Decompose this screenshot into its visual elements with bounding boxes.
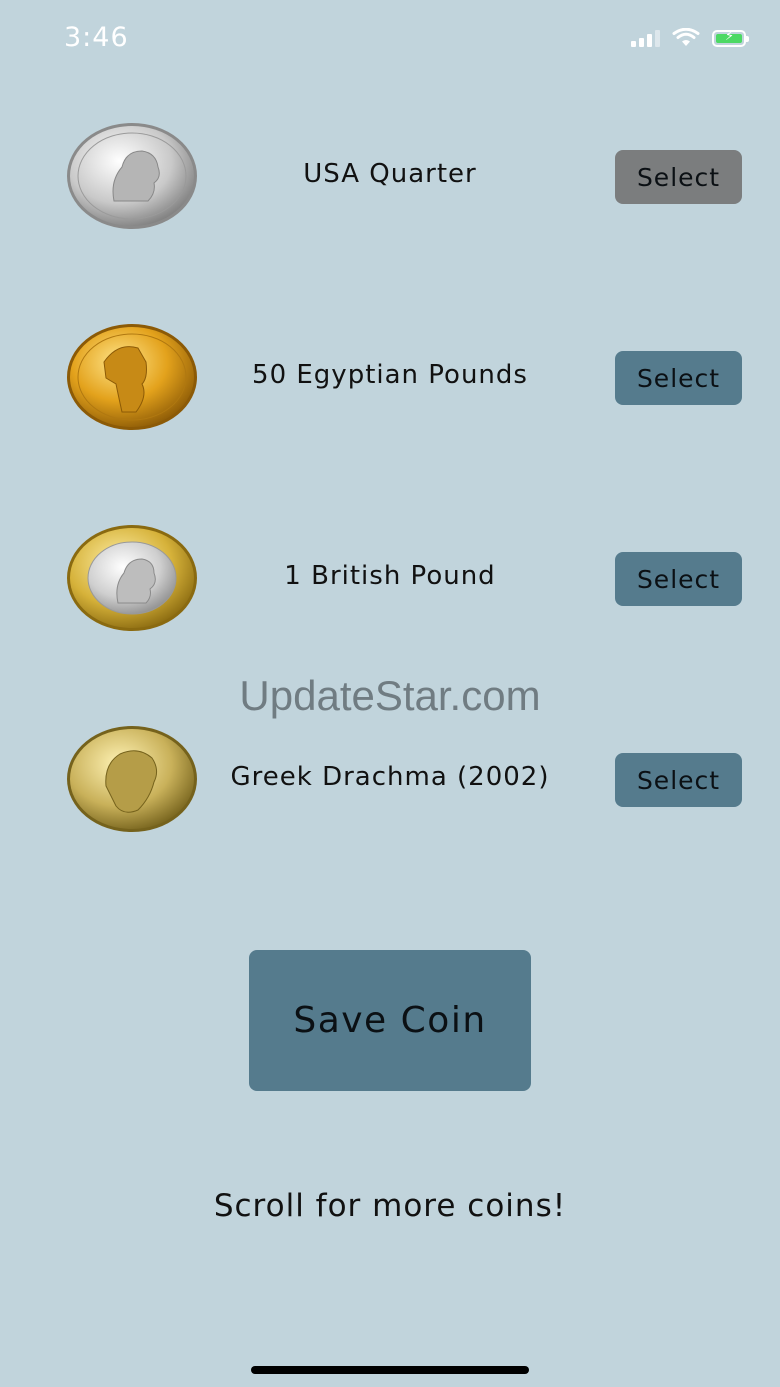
british-pound-coin-icon (67, 525, 197, 631)
select-button-egyptian-pounds[interactable]: Select (615, 351, 742, 405)
home-indicator[interactable] (251, 1366, 529, 1374)
select-button-greek-drachma[interactable]: Select (615, 753, 742, 807)
coin-row-greek-drachma: Greek Drachma (2002) Select (0, 724, 780, 844)
greek-drachma-coin-icon (67, 726, 197, 832)
coin-name: 1 British Pound (284, 561, 496, 591)
egyptian-pound-coin-icon (67, 324, 197, 430)
coin-row-usa-quarter: USA Quarter Select (0, 121, 780, 241)
coin-row-egyptian-pounds: 50 Egyptian Pounds Select (0, 322, 780, 442)
battery-level: ⚡ (716, 30, 742, 43)
scroll-hint-text: Scroll for more coins! (213, 1188, 567, 1224)
coin-row-british-pound: 1 British Pound Select (0, 523, 780, 643)
status-icons: ⚡ (631, 28, 749, 48)
status-time: 3:46 (64, 22, 129, 53)
select-button-usa-quarter[interactable]: Select (615, 150, 742, 204)
coin-name: USA Quarter (303, 159, 477, 189)
usa-quarter-coin-icon (67, 123, 197, 229)
battery-charging-icon: ⚡ (712, 29, 749, 47)
select-button-british-pound[interactable]: Select (615, 552, 742, 606)
cellular-signal-icon (631, 29, 660, 47)
coin-name: 50 Egyptian Pounds (252, 360, 528, 390)
save-coin-button[interactable]: Save Coin (249, 950, 531, 1091)
coin-name: Greek Drachma (2002) (230, 762, 550, 792)
watermark-text: UpdateStar.com (239, 672, 541, 719)
wifi-icon (672, 28, 700, 46)
status-bar: 3:46 ⚡ (0, 0, 780, 78)
